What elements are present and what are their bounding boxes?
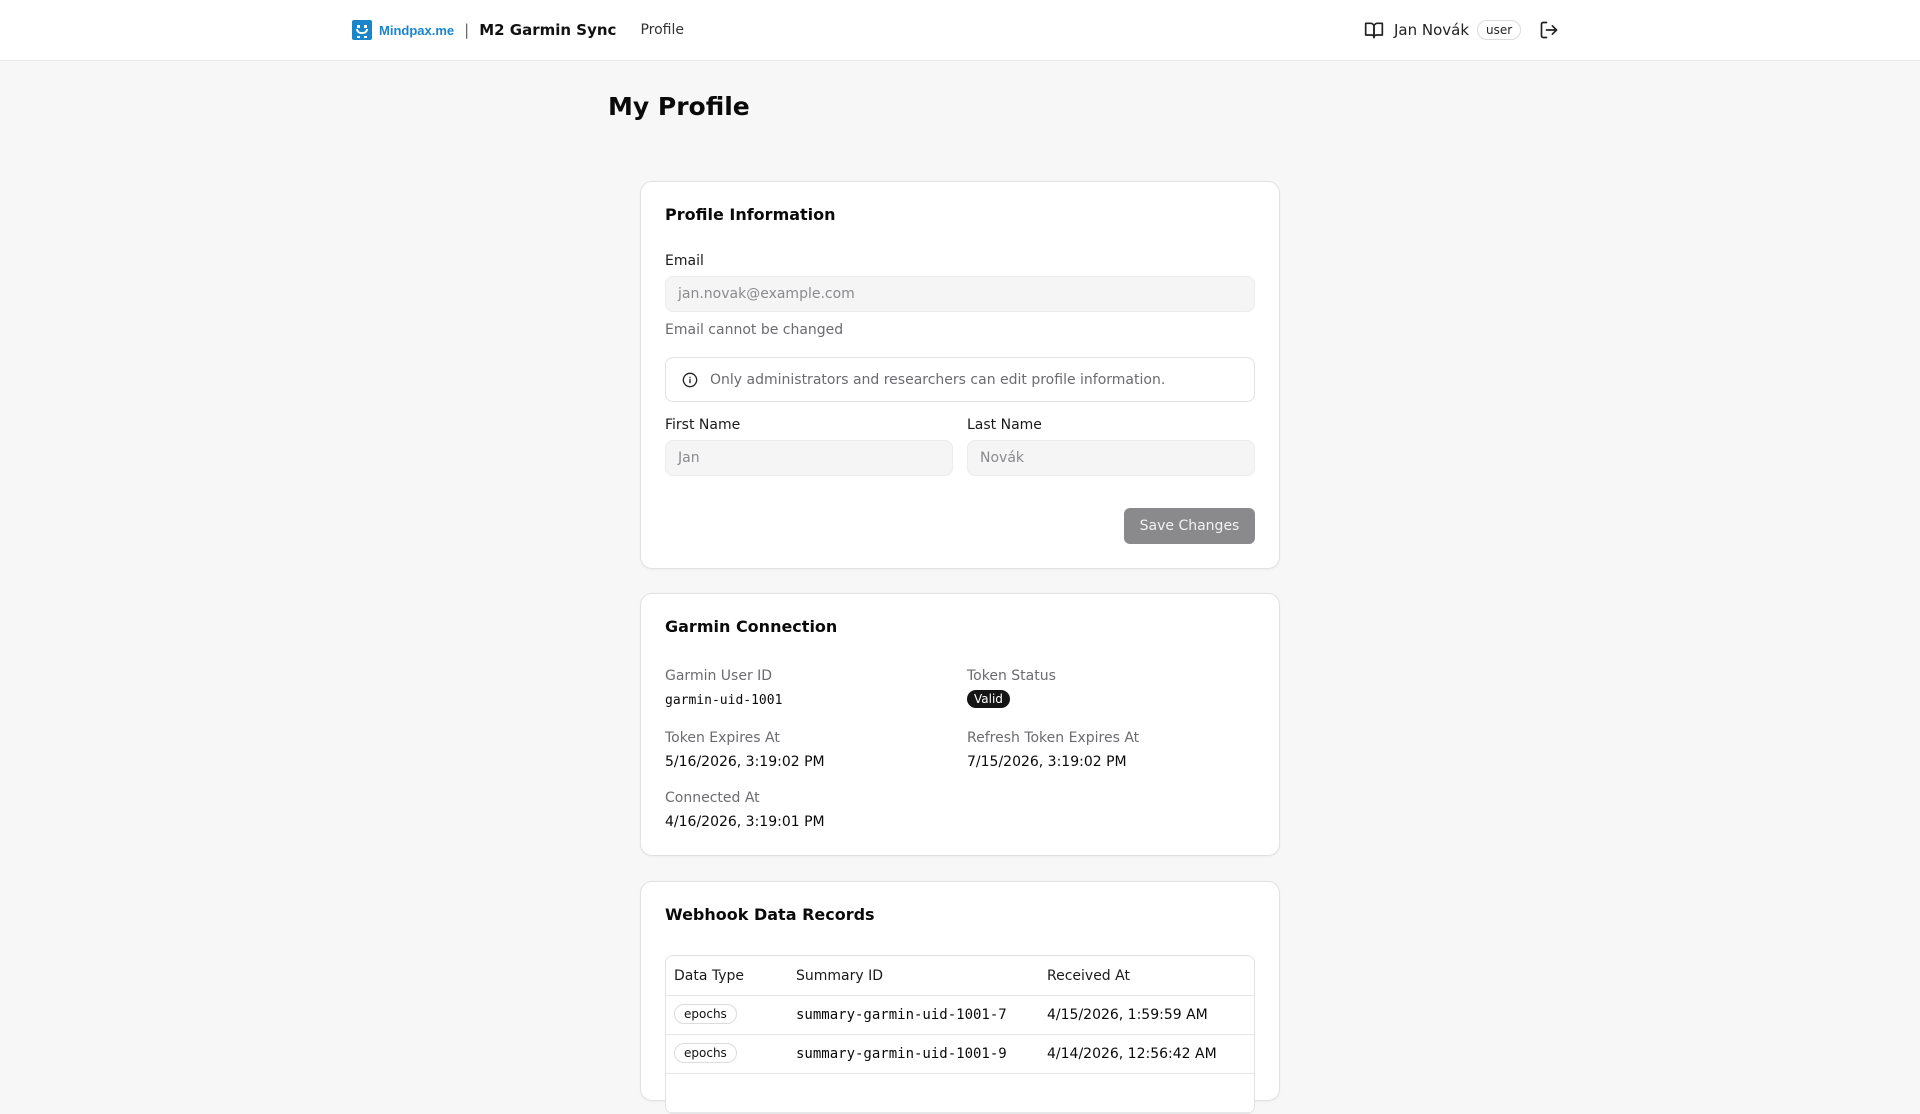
column-header-data-type[interactable]: Data Type: [674, 968, 744, 984]
garmin-connection-card: Garmin Connection Garmin User ID garmin-…: [640, 593, 1280, 856]
card-title: Webhook Data Records: [665, 905, 875, 924]
token-expires-value: 5/16/2026, 3:19:02 PM: [665, 754, 825, 770]
garmin-user-id-value: garmin-uid-1001: [665, 693, 783, 708]
token-status-badge: Valid: [967, 690, 1010, 708]
table-row[interactable]: epochs summary-garmin-uid-1001-9 4/14/20…: [666, 1035, 1254, 1074]
nav-link-profile[interactable]: Profile: [640, 22, 684, 38]
last-name-field[interactable]: Novák: [967, 440, 1255, 476]
summary-id-cell: summary-garmin-uid-1001-7: [796, 1007, 1007, 1023]
brand-separator: |: [464, 21, 470, 39]
received-at-cell: 4/15/2026, 1:59:59 AM: [1047, 1007, 1208, 1023]
app-title: M2 Garmin Sync: [479, 21, 617, 39]
summary-id-cell: summary-garmin-uid-1001-9: [796, 1046, 1007, 1062]
webhook-records-table: Data Type Summary ID Received At epochs …: [665, 955, 1255, 1114]
top-navbar: Mindpax.me | M2 Garmin Sync Profile Jan …: [0, 0, 1920, 61]
alert-text: Only administrators and researchers can …: [710, 371, 1166, 388]
table-header-row: Data Type Summary ID Received At: [666, 956, 1254, 996]
email-hint: Email cannot be changed: [665, 322, 844, 338]
page-title: My Profile: [608, 92, 750, 121]
info-icon: [682, 372, 698, 387]
logo-text: Mindpax.me: [379, 22, 455, 38]
email-field[interactable]: jan.novak@example.com: [665, 276, 1255, 312]
permission-alert: Only administrators and researchers can …: [665, 357, 1255, 402]
user-menu: Jan Novák user: [1364, 18, 1522, 42]
table-row[interactable]: epochs summary-garmin-uid-1001-7 4/15/20…: [666, 996, 1254, 1035]
role-badge: user: [1477, 20, 1522, 40]
book-icon[interactable]: [1364, 20, 1384, 40]
mindpax-logo-icon: [352, 20, 372, 40]
user-name: Jan Novák: [1394, 21, 1470, 39]
profile-information-card: Profile Information Email jan.novak@exam…: [640, 181, 1280, 569]
first-name-field[interactable]: Jan: [665, 440, 953, 476]
card-title: Profile Information: [665, 205, 836, 224]
card-title: Garmin Connection: [665, 617, 838, 636]
connected-at-value: 4/16/2026, 3:19:01 PM: [665, 814, 825, 830]
column-header-received-at[interactable]: Received At: [1047, 968, 1130, 984]
webhook-data-records-card: Webhook Data Records Data Type Summary I…: [640, 881, 1280, 1114]
connected-at-label: Connected At: [665, 790, 760, 806]
token-status-label: Token Status: [967, 668, 1056, 684]
brand[interactable]: Mindpax.me | M2 Garmin Sync Profile: [352, 19, 684, 41]
refresh-token-expires-value: 7/15/2026, 3:19:02 PM: [967, 754, 1127, 770]
refresh-token-expires-label: Refresh Token Expires At: [967, 730, 1140, 746]
token-expires-label: Token Expires At: [665, 730, 780, 746]
email-label: Email: [665, 253, 704, 269]
logout-icon[interactable]: [1539, 20, 1559, 40]
data-type-badge: epochs: [674, 1004, 737, 1024]
received-at-cell: 4/14/2026, 12:56:42 AM: [1047, 1046, 1217, 1062]
first-name-label: First Name: [665, 417, 741, 433]
garmin-user-id-label: Garmin User ID: [665, 668, 773, 684]
column-header-summary-id[interactable]: Summary ID: [796, 968, 883, 984]
data-type-badge: epochs: [674, 1043, 737, 1063]
save-changes-button[interactable]: Save Changes: [1124, 508, 1255, 544]
last-name-label: Last Name: [967, 417, 1042, 433]
